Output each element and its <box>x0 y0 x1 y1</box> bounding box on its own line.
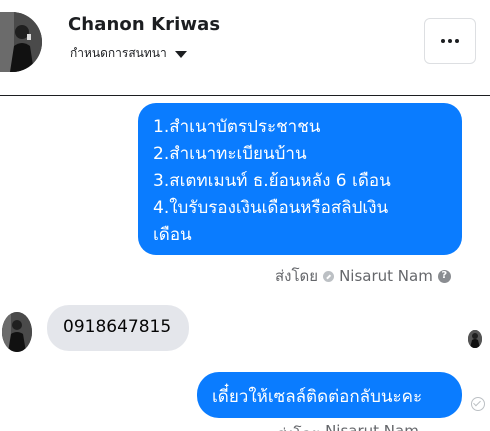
more-horizontal-icon <box>441 39 445 43</box>
conversation-header: Chanon Kriwas กำหนดการสนทนา <box>0 0 490 96</box>
sent-status-icon <box>323 270 335 282</box>
message-line: 2.สำเนาทะเบียนบ้าน <box>153 144 307 164</box>
sender-name: Nisarut Nam <box>325 422 419 431</box>
sender-name: Nisarut Nam <box>339 267 433 285</box>
sent-by-label: ส่งโดย <box>277 422 320 431</box>
outgoing-message-reply[interactable]: เดี๋ยวให้เซลล์ติดต่อกลับนะคะ <box>197 372 462 418</box>
incoming-message-phone[interactable]: 0918647815 <box>47 305 189 351</box>
message-line: 3.สเตทเมนท์ ธ.ย้อนหลัง 6 เดือน <box>153 171 391 191</box>
help-icon[interactable]: ? <box>437 269 451 283</box>
more-options-button[interactable] <box>424 18 476 64</box>
sent-check-icon <box>471 397 485 411</box>
message-line: เดือน <box>153 225 192 245</box>
outgoing-message-document-list[interactable]: 1.สำเนาบัตรประชาชน 2.สำเนาทะเบียนบ้าน 3.… <box>138 103 462 255</box>
read-receipt-avatar <box>468 330 482 348</box>
conversation-menu-dropdown[interactable]: กำหนดการสนทนา <box>70 44 187 63</box>
conversation-menu-label: กำหนดการสนทนา <box>70 46 167 60</box>
contact-name: Chanon Kriwas <box>68 14 221 35</box>
contact-avatar[interactable] <box>0 12 42 72</box>
contact-avatar-small[interactable] <box>2 312 32 352</box>
message-line: 4.ใบรับรองเงินเดือนหรือสลิปเงิน <box>153 198 389 218</box>
caret-down-icon <box>174 51 187 58</box>
sent-by-info: ส่งโดย Nisarut Nam ? <box>275 264 451 288</box>
header-divider <box>0 95 490 96</box>
sent-by-info-partial: ส่งโดย Nisarut Nam <box>277 422 419 431</box>
message-line: 1.สำเนาบัตรประชาชน <box>153 117 321 137</box>
sent-by-label: ส่งโดย <box>275 267 319 285</box>
